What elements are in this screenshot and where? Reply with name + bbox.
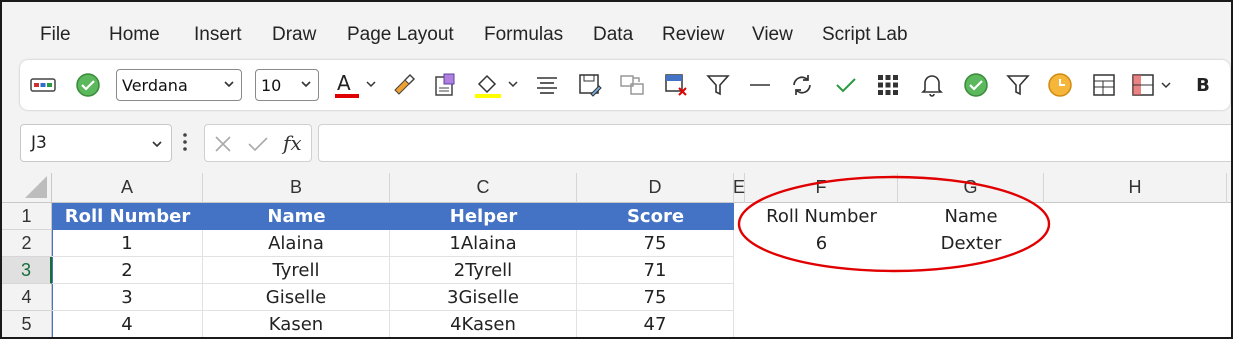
- align-icon[interactable]: [532, 60, 562, 110]
- table-cell[interactable]: 4: [52, 311, 203, 337]
- table-icon[interactable]: [1088, 60, 1120, 110]
- row-header-3[interactable]: 3: [2, 257, 52, 284]
- col-header-d[interactable]: D: [577, 173, 734, 203]
- svg-text:A: A: [337, 71, 351, 95]
- menu-review[interactable]: Review: [662, 24, 724, 46]
- menu-bar: File Home Insert Draw Page Layout Formul…: [2, 16, 1231, 56]
- menu-insert[interactable]: Insert: [194, 24, 242, 46]
- delete-table-icon[interactable]: [660, 60, 692, 110]
- borders-button[interactable]: [1128, 60, 1178, 110]
- refresh-icon[interactable]: [786, 60, 818, 110]
- check-circle-icon[interactable]: [960, 60, 992, 110]
- fill-color-button[interactable]: [472, 60, 522, 110]
- table-cell[interactable]: 3: [52, 284, 203, 311]
- col-header-b[interactable]: B: [203, 173, 390, 203]
- col-header-c[interactable]: C: [390, 173, 577, 203]
- more-options-icon[interactable]: [182, 132, 188, 157]
- ribbon-toolbar: Verdana 10 A B: [20, 60, 1230, 110]
- name-box-value: J3: [31, 133, 47, 153]
- bold-button[interactable]: B: [1188, 60, 1218, 110]
- spreadsheet-grid: A B C D E F G H 1 2 3 4 5 Roll Number Na…: [2, 173, 1231, 337]
- row-header-2[interactable]: 2: [2, 230, 52, 257]
- select-all-corner[interactable]: [2, 173, 52, 203]
- table-cell[interactable]: 2Tyrell: [390, 257, 577, 284]
- table-cell[interactable]: Tyrell: [203, 257, 390, 284]
- formula-input[interactable]: [318, 124, 1231, 162]
- table-cell[interactable]: 3Giselle: [390, 284, 577, 311]
- table-cell[interactable]: Alaina: [203, 230, 390, 257]
- row-header-4[interactable]: 4: [2, 284, 52, 311]
- menu-view[interactable]: View: [752, 24, 793, 46]
- filter-icon[interactable]: [1002, 60, 1034, 110]
- font-color-button[interactable]: A: [332, 60, 380, 110]
- menu-file[interactable]: File: [40, 24, 71, 46]
- font-name-value: Verdana: [122, 75, 188, 95]
- table-cell[interactable]: 47: [577, 311, 734, 337]
- menu-home[interactable]: Home: [109, 24, 160, 46]
- chevron-down-icon: [224, 81, 234, 88]
- font-size-value: 10: [261, 75, 282, 95]
- font-size-select[interactable]: 10: [255, 69, 319, 101]
- row-header-5[interactable]: 5: [2, 311, 52, 337]
- menu-page-layout[interactable]: Page Layout: [347, 24, 454, 46]
- table-header-cell[interactable]: Name: [203, 203, 390, 230]
- table-cell[interactable]: 71: [577, 257, 734, 284]
- filter-icon[interactable]: [702, 60, 734, 110]
- bell-icon[interactable]: [916, 60, 948, 110]
- chevron-down-icon: [301, 81, 311, 88]
- enter-icon[interactable]: [247, 134, 269, 154]
- chevron-down-icon: [152, 141, 162, 148]
- insert-function-button[interactable]: fx: [283, 131, 302, 155]
- col-header-a[interactable]: A: [52, 173, 203, 203]
- table-cell[interactable]: 2: [52, 257, 203, 284]
- copy-format-icon[interactable]: [616, 60, 648, 110]
- excel-window: File Home Insert Draw Page Layout Formul…: [0, 0, 1233, 339]
- format-painter-icon[interactable]: [388, 60, 420, 110]
- table-header-cell[interactable]: Helper: [390, 203, 577, 230]
- table-cell[interactable]: 1Alaina: [390, 230, 577, 257]
- table-cell[interactable]: Giselle: [203, 284, 390, 311]
- formula-buttons: fx: [204, 124, 312, 162]
- name-box[interactable]: J3: [20, 124, 172, 162]
- font-name-select[interactable]: Verdana: [116, 69, 242, 101]
- check-circle-icon[interactable]: [72, 60, 104, 110]
- col-header-h[interactable]: H: [1044, 173, 1227, 203]
- menu-draw[interactable]: Draw: [272, 24, 316, 46]
- table-cell[interactable]: Kasen: [203, 311, 390, 337]
- insert-object-icon[interactable]: [430, 60, 462, 110]
- cancel-icon[interactable]: [213, 134, 233, 154]
- menu-formulas[interactable]: Formulas: [484, 24, 563, 46]
- grid-icon[interactable]: [872, 60, 904, 110]
- table-cell[interactable]: 75: [577, 284, 734, 311]
- table-header-cell[interactable]: Score: [577, 203, 734, 230]
- checkmark-icon[interactable]: [830, 60, 862, 110]
- clock-icon[interactable]: [1044, 60, 1076, 110]
- table-cell[interactable]: 4Kasen: [390, 311, 577, 337]
- table-header-cell[interactable]: Roll Number: [52, 203, 203, 230]
- number-format-icon[interactable]: [28, 60, 58, 110]
- table-cell[interactable]: 1: [52, 230, 203, 257]
- menu-data[interactable]: Data: [593, 24, 633, 46]
- table-cell[interactable]: 75: [577, 230, 734, 257]
- corner-triangle-icon: [25, 176, 47, 198]
- save-edit-icon[interactable]: [574, 60, 606, 110]
- menu-script-lab[interactable]: Script Lab: [822, 24, 908, 46]
- annotation-ellipse: [737, 175, 1051, 273]
- line-icon[interactable]: [744, 60, 776, 110]
- row-header-1[interactable]: 1: [2, 203, 52, 230]
- col-header-i[interactable]: [1227, 173, 1231, 203]
